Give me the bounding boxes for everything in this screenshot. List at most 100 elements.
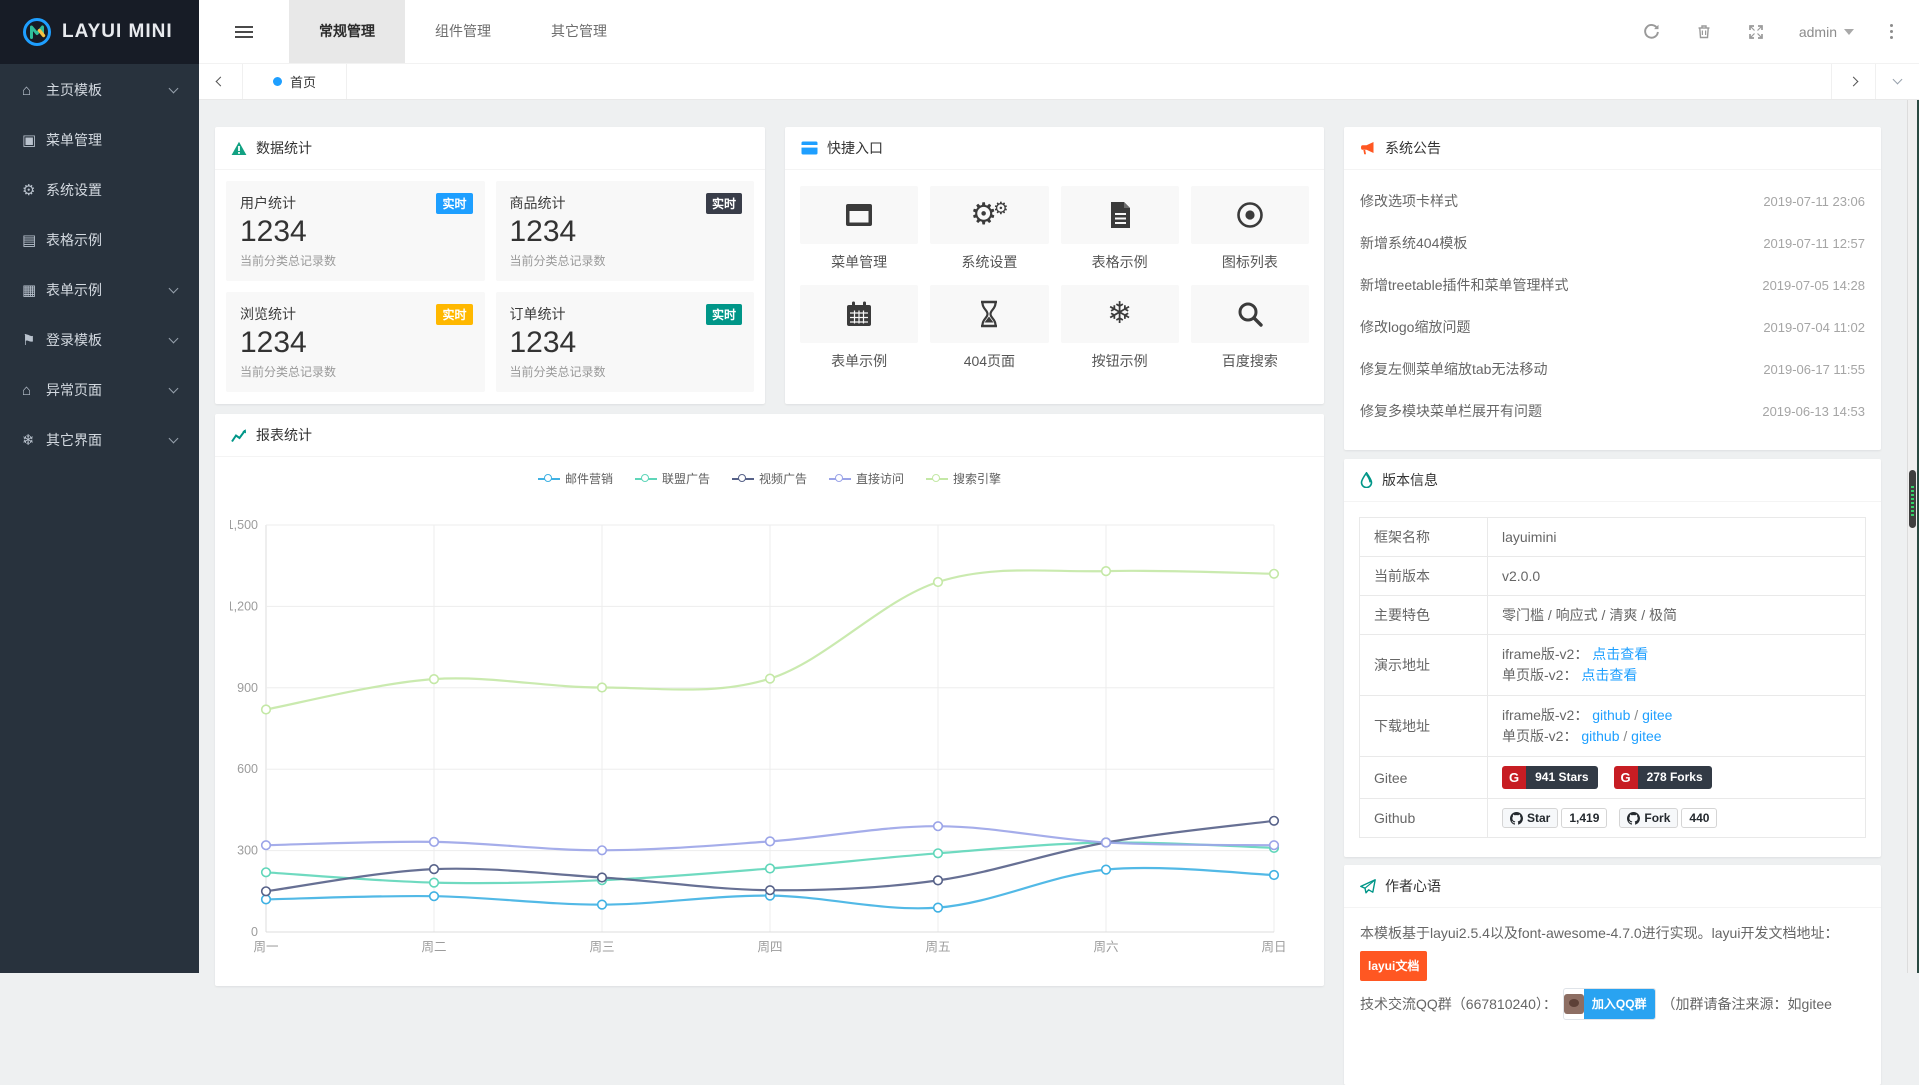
gear-icon: ⚙: [22, 181, 46, 199]
stats-grid: 用户统计1234当前分类总记录数实时商品统计1234当前分类总记录数实时浏览统计…: [215, 170, 765, 403]
version-row: 下载地址iframe版-v2： github / gitee单页版-v2： gi…: [1360, 696, 1866, 757]
github-fork-button[interactable]: Fork: [1619, 808, 1678, 828]
version-link[interactable]: gitee: [1631, 728, 1661, 744]
chevron-down-icon: [169, 383, 179, 393]
more-options-icon[interactable]: [1888, 22, 1895, 41]
svg-text:周一: 周一: [253, 940, 278, 954]
caret-down-icon: [1844, 29, 1854, 35]
chevron-down-icon: [169, 83, 179, 93]
sidebar-item[interactable]: ⚑登录模板: [0, 315, 199, 365]
stat-box: 订单统计1234当前分类总记录数实时: [496, 292, 755, 392]
announcement-row: 修改logo缩放问题2019-07-04 11:02: [1360, 306, 1865, 348]
chevron-right-icon: [1849, 77, 1859, 87]
author-line1: 本模板基于layui2.5.4以及font-awesome-4.7.0进行实现。…: [1360, 921, 1865, 945]
github-count[interactable]: 1,419: [1561, 808, 1607, 828]
stat-box: 商品统计1234当前分类总记录数实时: [496, 181, 755, 281]
quick-entry-label: 图标列表: [1191, 252, 1309, 272]
legend-item[interactable]: 邮件营销: [538, 470, 613, 487]
tabs-scroll-right-button[interactable]: [1831, 64, 1875, 99]
quick-entry-item[interactable]: ⚙⚙系统设置: [930, 186, 1048, 272]
tabs-scroll-left-button[interactable]: [199, 64, 243, 99]
qq-group-badge[interactable]: 加入QQ群: [1563, 988, 1656, 1020]
quick-entry-item[interactable]: 百度搜索: [1191, 285, 1309, 371]
quick-entry-label: 表格示例: [1061, 252, 1179, 272]
version-row: 演示地址iframe版-v2： 点击查看单页版-v2： 点击查看: [1360, 635, 1866, 696]
tab-home[interactable]: 首页: [243, 64, 347, 99]
version-link[interactable]: github: [1592, 707, 1630, 723]
topnav-tab[interactable]: 组件管理: [405, 0, 521, 63]
github-action-label: Star: [1527, 811, 1550, 825]
version-row-label: 演示地址: [1360, 635, 1488, 696]
sidebar-item-label: 菜单管理: [46, 130, 177, 150]
scrollbar-thumb[interactable]: [1909, 470, 1916, 528]
quick-entry-item[interactable]: 表单示例: [800, 285, 918, 371]
version-row: GiteeG941 StarsG278 Forks: [1360, 757, 1866, 799]
chevron-down-icon: [169, 283, 179, 293]
sidebar-item[interactable]: ▦表单示例: [0, 265, 199, 315]
sidebar-item-label: 主页模板: [46, 80, 170, 100]
sidebar-item[interactable]: ⚙系统设置: [0, 165, 199, 215]
version-link[interactable]: github: [1581, 728, 1619, 744]
snowflake-icon: ❄: [1061, 285, 1179, 343]
sidebar-item[interactable]: ❄其它界面: [0, 415, 199, 465]
announcement-row: 修复多模块菜单栏展开有问题2019-06-13 14:53: [1360, 390, 1865, 432]
menu-toggle-button[interactable]: [199, 0, 289, 63]
announcement-row: 新增系统404模板2019-07-11 12:57: [1360, 222, 1865, 264]
legend-item[interactable]: 搜索引擎: [926, 470, 1001, 487]
user-menu[interactable]: admin: [1799, 24, 1854, 40]
sidebar-item[interactable]: ⌂异常页面: [0, 365, 199, 415]
stat-desc: 当前分类总记录数: [240, 252, 471, 269]
file-icon: ▤: [22, 231, 46, 249]
version-link[interactable]: gitee: [1642, 707, 1672, 723]
sidebar-item[interactable]: ⌂主页模板: [0, 65, 199, 115]
legend-item[interactable]: 直接访问: [829, 470, 904, 487]
calendar-icon: ▦: [22, 281, 46, 299]
card-title: 系统公告: [1385, 138, 1441, 158]
quick-entry-item[interactable]: 图标列表: [1191, 186, 1309, 272]
announcement-text: 新增系统404模板: [1360, 233, 1467, 253]
version-table-body: 框架名称layuimini当前版本v2.0.0主要特色零门槛 / 响应式 / 清…: [1360, 518, 1866, 838]
search-icon: [1191, 285, 1309, 343]
legend-marker-icon: [829, 478, 851, 480]
quick-entry-item[interactable]: 404页面: [930, 285, 1048, 371]
tab-home-label: 首页: [290, 72, 316, 91]
legend-marker-icon: [732, 478, 754, 480]
sidebar-item[interactable]: ▣菜单管理: [0, 115, 199, 165]
paper-plane-icon: [1360, 879, 1376, 894]
fullscreen-icon[interactable]: [1747, 23, 1765, 41]
version-link[interactable]: 点击查看: [1592, 646, 1648, 662]
chevron-down-icon: [169, 333, 179, 343]
announcement-date: 2019-06-13 14:53: [1762, 404, 1865, 419]
hourglass-icon: [930, 285, 1048, 343]
announcement-text: 修改选项卡样式: [1360, 191, 1458, 211]
gitee-badge[interactable]: G278 Forks: [1614, 766, 1712, 789]
top-nav: 常规管理组件管理其它管理: [289, 0, 637, 63]
stat-value: 1234: [510, 215, 741, 249]
version-row-label: 当前版本: [1360, 557, 1488, 596]
tabs-menu-button[interactable]: [1875, 64, 1919, 99]
topnav-tab[interactable]: 其它管理: [521, 0, 637, 63]
snowflake-icon: ❄: [22, 431, 46, 449]
legend-item[interactable]: 视频广告: [732, 470, 807, 487]
warning-triangle-icon: [231, 141, 247, 156]
gitee-logo-icon: G: [1614, 766, 1638, 789]
quick-entry-item[interactable]: 表格示例: [1061, 186, 1179, 272]
quick-entry-item[interactable]: 菜单管理: [800, 186, 918, 272]
refresh-icon[interactable]: [1643, 23, 1661, 41]
topnav-tab[interactable]: 常规管理: [289, 0, 405, 63]
svg-text:周五: 周五: [925, 940, 950, 954]
sidebar-item[interactable]: ▤表格示例: [0, 215, 199, 265]
gitee-badge-text: 278 Forks: [1638, 766, 1712, 789]
version-link[interactable]: 点击查看: [1581, 667, 1637, 683]
layui-doc-badge[interactable]: layui文档: [1360, 951, 1427, 981]
quick-entry-item[interactable]: ❄按钮示例: [1061, 285, 1179, 371]
stat-desc: 当前分类总记录数: [510, 252, 741, 269]
github-star-button[interactable]: Star: [1502, 808, 1558, 828]
version-row: 当前版本v2.0.0: [1360, 557, 1866, 596]
clear-cache-icon[interactable]: [1695, 23, 1713, 41]
gitee-badge[interactable]: G941 Stars: [1502, 766, 1598, 789]
github-count[interactable]: 440: [1681, 808, 1717, 828]
author-body: 本模板基于layui2.5.4以及font-awesome-4.7.0进行实现。…: [1344, 908, 1881, 1033]
quick-entry-label: 404页面: [930, 351, 1048, 371]
legend-item[interactable]: 联盟广告: [635, 470, 710, 487]
